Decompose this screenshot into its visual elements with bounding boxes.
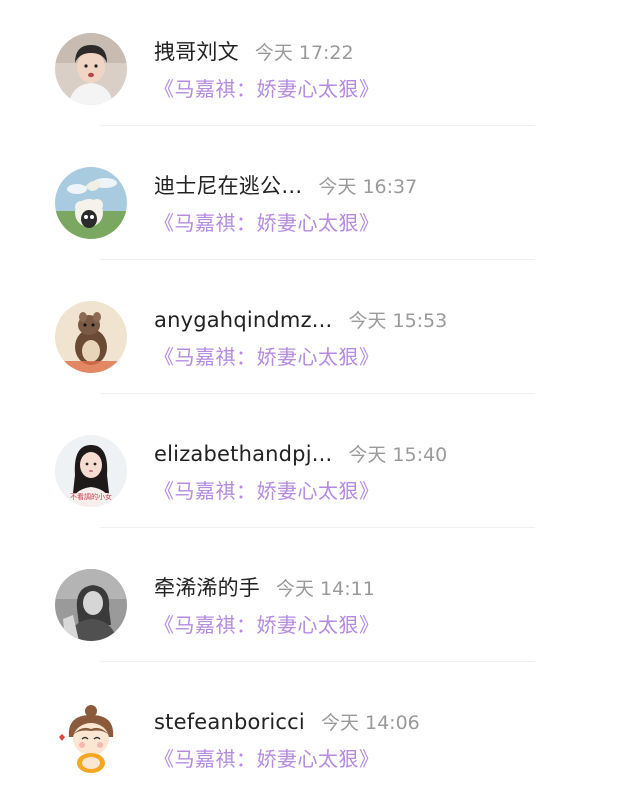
list-item[interactable]: 牵浠浠的手 今天 14:11 《马嘉祺：娇妻心太狠》 xyxy=(0,536,640,670)
list-item[interactable]: stefeanboricci 今天 14:06 《马嘉祺：娇妻心太狠》 xyxy=(0,670,640,804)
username[interactable]: 牵浠浠的手 xyxy=(154,576,260,600)
list-item[interactable]: anygahqindmz... 今天 15:53 《马嘉祺：娇妻心太狠》 xyxy=(0,268,640,402)
bw-photo-avatar-icon xyxy=(55,569,127,641)
avatar[interactable] xyxy=(55,167,127,239)
avatar[interactable] xyxy=(55,33,127,105)
book-link[interactable]: 《马嘉祺：娇妻心太狠》 xyxy=(154,209,380,237)
avatar[interactable] xyxy=(55,569,127,641)
list-item[interactable]: 不看調的小女 elizabethandpj... 今天 15:40 《马嘉祺：娇妻… xyxy=(0,402,640,536)
username[interactable]: stefeanboricci xyxy=(154,710,305,734)
username[interactable]: 迪士尼在逃公… xyxy=(154,174,302,198)
timestamp: 今天 15:40 xyxy=(348,444,448,466)
divider xyxy=(100,661,535,662)
timestamp: 今天 15:53 xyxy=(348,310,448,332)
hamster-avatar-icon xyxy=(55,301,127,373)
book-link[interactable]: 《马嘉祺：娇妻心太狠》 xyxy=(154,745,380,773)
book-link[interactable]: 《马嘉祺：娇妻心太狠》 xyxy=(154,477,380,505)
divider xyxy=(100,259,535,260)
timestamp: 今天 14:11 xyxy=(276,578,375,600)
sheep-cartoon-avatar-icon xyxy=(55,167,127,239)
timestamp: 今天 14:06 xyxy=(320,712,420,734)
avatar[interactable] xyxy=(55,703,127,775)
avatar[interactable]: 不看調的小女 xyxy=(55,435,127,507)
young-man-avatar-icon xyxy=(55,33,127,105)
avatar-caption: 不看調的小女 xyxy=(70,492,112,501)
girl-photo-avatar-icon: 不看調的小女 xyxy=(55,435,127,507)
username[interactable]: 拽哥刘文 xyxy=(154,40,239,64)
timestamp: 今天 16:37 xyxy=(318,176,418,198)
avatar[interactable] xyxy=(55,301,127,373)
divider xyxy=(100,527,535,528)
cartoon-girl-avatar-icon xyxy=(55,703,127,775)
username[interactable]: elizabethandpj... xyxy=(154,442,332,466)
comment-list: 拽哥刘文 今天 17:22 《马嘉祺：娇妻心太狠》 迪士尼在逃公… 今天 16:37 xyxy=(0,0,640,795)
username[interactable]: anygahqindmz... xyxy=(154,308,332,332)
list-item[interactable]: 迪士尼在逃公… 今天 16:37 《马嘉祺：娇妻心太狠》 xyxy=(0,134,640,268)
timestamp: 今天 17:22 xyxy=(254,42,354,64)
book-link[interactable]: 《马嘉祺：娇妻心太狠》 xyxy=(154,75,380,103)
divider xyxy=(100,125,535,126)
book-link[interactable]: 《马嘉祺：娇妻心太狠》 xyxy=(154,611,380,639)
book-link[interactable]: 《马嘉祺：娇妻心太狠》 xyxy=(154,343,380,371)
divider xyxy=(100,393,535,394)
list-item[interactable]: 拽哥刘文 今天 17:22 《马嘉祺：娇妻心太狠》 xyxy=(0,0,640,134)
